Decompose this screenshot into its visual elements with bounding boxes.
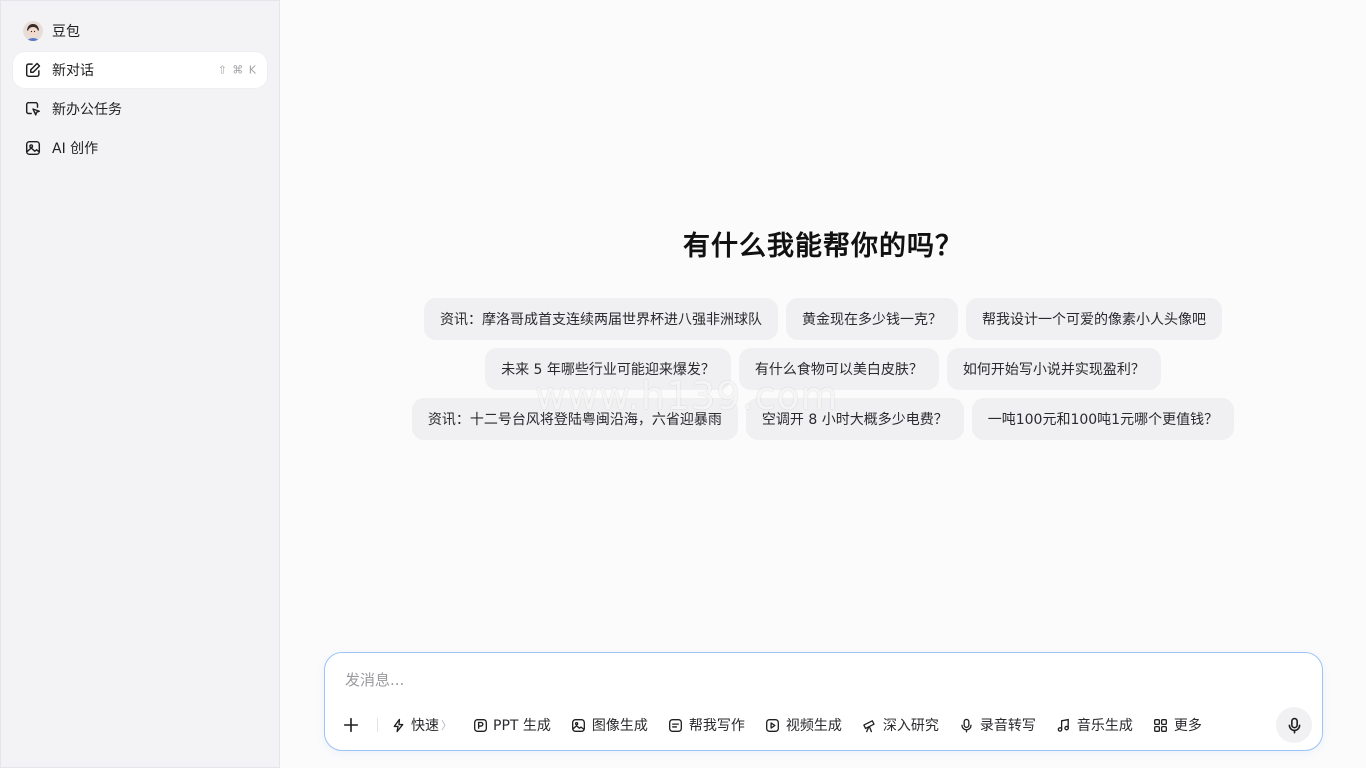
suggestion-row: 资讯：摩洛哥成首支连续两届世界杯进八强非洲球队 黄金现在多少钱一克？ 帮我设计一… <box>280 298 1366 340</box>
suggestion-chip[interactable]: 黄金现在多少钱一克？ <box>786 298 958 340</box>
video-generate-button[interactable]: 视频生成 <box>765 711 842 739</box>
sidebar-item-new-office-task[interactable]: 新办公任务 <box>13 91 267 127</box>
ppt-generate-button[interactable]: PPT 生成 <box>472 711 551 739</box>
main-panel: 有什么我能帮你的吗？ 资讯：摩洛哥成首支连续两届世界杯进八强非洲球队 黄金现在多… <box>280 0 1366 768</box>
tool-label: 音乐生成 <box>1076 718 1133 734</box>
toolbar-divider <box>377 718 378 732</box>
edit-icon <box>23 60 43 80</box>
music-icon <box>1056 717 1072 733</box>
tool-label: 快速 <box>411 718 439 734</box>
plus-icon <box>343 717 359 733</box>
message-input[interactable] <box>343 667 1263 693</box>
doc-icon <box>668 717 684 733</box>
tool-label: 录音转写 <box>979 718 1036 734</box>
suggestion-chip[interactable]: 帮我设计一个可爱的像素小人头像吧 <box>966 298 1222 340</box>
add-attachment-button[interactable] <box>337 711 365 739</box>
image-icon <box>23 138 43 158</box>
chevron-right-icon: 〉 <box>441 719 452 732</box>
ppt-icon <box>472 717 488 733</box>
sidebar-item-label: 豆包 <box>52 24 80 40</box>
suggestion-chip[interactable]: 如何开始写小说并实现盈利？ <box>946 348 1161 390</box>
message-composer: 快速 〉 PPT 生成 图像生成 <box>324 652 1323 751</box>
sidebar-item-doubao[interactable]: 豆包 <box>13 13 267 49</box>
suggestion-chip[interactable]: 资讯：十二号台风将登陆粤闽沿海，六省迎暴雨 <box>411 398 738 440</box>
composer-toolbar: 快速 〉 PPT 生成 图像生成 帮我写作 视频生成 深入研究 录音转写 音乐生… <box>337 709 1310 741</box>
tool-label: PPT 生成 <box>493 718 551 734</box>
sidebar-item-new-chat[interactable]: 新对话 ⇧ ⌘ K <box>13 52 267 88</box>
sidebar-item-label: 新办公任务 <box>52 102 122 118</box>
suggestion-chip[interactable]: 有什么食物可以美白皮肤？ <box>738 348 939 390</box>
sidebar-item-label: AI 创作 <box>52 141 99 157</box>
video-icon <box>765 717 781 733</box>
lightning-icon <box>390 717 406 733</box>
suggestion-chip[interactable]: 未来 5 年哪些行业可能迎来爆发？ <box>485 348 731 390</box>
tool-label: 视频生成 <box>785 718 842 734</box>
image-generate-button[interactable]: 图像生成 <box>571 711 648 739</box>
mode-quick-dropdown[interactable]: 快速 〉 <box>390 711 452 739</box>
deep-research-button[interactable]: 深入研究 <box>862 711 939 739</box>
suggestion-chip[interactable]: 一吨100元和100吨1元哪个更值钱？ <box>971 398 1235 440</box>
tool-label: 图像生成 <box>591 718 648 734</box>
suggestion-chip[interactable]: 空调开 8 小时大概多少电费？ <box>745 398 964 440</box>
image-icon <box>571 717 587 733</box>
sidebar-item-ai-create[interactable]: AI 创作 <box>13 130 267 166</box>
avatar <box>23 21 43 41</box>
mic-icon <box>959 717 975 733</box>
tool-label: 帮我写作 <box>688 718 745 734</box>
voice-input-button[interactable] <box>1276 707 1312 743</box>
suggestion-chip[interactable]: 资讯：摩洛哥成首支连续两届世界杯进八强非洲球队 <box>424 298 778 340</box>
page-title: 有什么我能帮你的吗？ <box>683 231 963 262</box>
more-tools-button[interactable]: 更多 <box>1153 711 1202 739</box>
transcribe-button[interactable]: 录音转写 <box>959 711 1036 739</box>
mic-icon <box>1288 717 1300 734</box>
shortcut-hint: ⇧ ⌘ K <box>217 63 257 77</box>
suggestion-row: 未来 5 年哪些行业可能迎来爆发？ 有什么食物可以美白皮肤？ 如何开始写小说并实… <box>280 348 1366 390</box>
sidebar: 豆包 新对话 ⇧ ⌘ K 新办公任务 AI 创作 <box>0 0 280 768</box>
writing-button[interactable]: 帮我写作 <box>668 711 745 739</box>
cursor-tag-icon <box>23 99 43 119</box>
music-generate-button[interactable]: 音乐生成 <box>1056 711 1133 739</box>
app-root: 豆包 新对话 ⇧ ⌘ K 新办公任务 AI 创作 有什么我能帮你的吗？ 资讯：摩… <box>0 0 1366 768</box>
tool-label: 深入研究 <box>882 718 939 734</box>
tool-label: 更多 <box>1173 718 1202 734</box>
grid-icon <box>1153 717 1169 733</box>
telescope-icon <box>862 717 878 733</box>
sidebar-item-label: 新对话 <box>52 63 94 79</box>
suggestion-row: 资讯：十二号台风将登陆粤闽沿海，六省迎暴雨 空调开 8 小时大概多少电费？ 一吨… <box>280 398 1366 440</box>
